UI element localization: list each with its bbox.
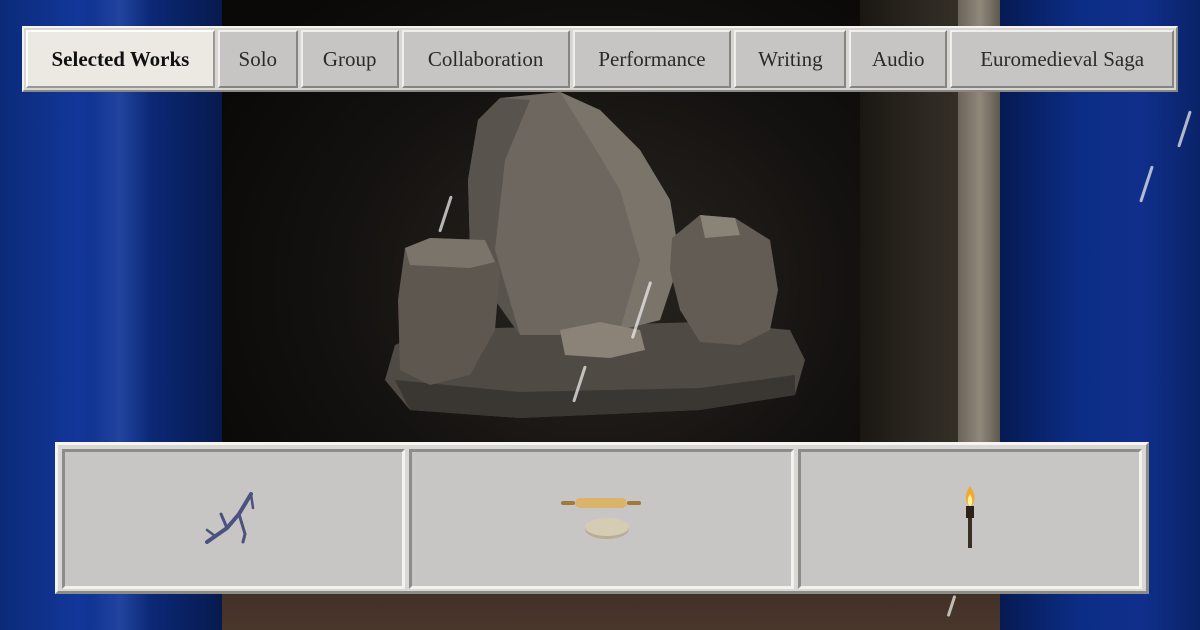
main-nav: Selected Works Solo Group Collaboration … xyxy=(22,26,1178,92)
tab-writing[interactable]: Writing xyxy=(734,30,847,88)
tab-group[interactable]: Group xyxy=(300,30,399,88)
tab-collaboration[interactable]: Collaboration xyxy=(401,30,570,88)
tab-performance[interactable]: Performance xyxy=(572,30,732,88)
tab-solo[interactable]: Solo xyxy=(217,30,298,88)
tab-selected-works[interactable]: Selected Works xyxy=(26,30,215,88)
drawer-slot-torch[interactable] xyxy=(797,449,1142,589)
rolling-pin-coin-icon xyxy=(560,498,641,539)
twig-icon xyxy=(204,492,254,544)
tab-euromedieval-saga[interactable]: Euromedieval Saga xyxy=(950,30,1175,88)
object-drawer xyxy=(55,442,1149,594)
torch-icon xyxy=(965,486,975,548)
tab-audio[interactable]: Audio xyxy=(849,30,948,88)
drawer-slot-rolling-pin[interactable] xyxy=(409,449,794,589)
drawer-slot-twig[interactable] xyxy=(62,449,406,589)
